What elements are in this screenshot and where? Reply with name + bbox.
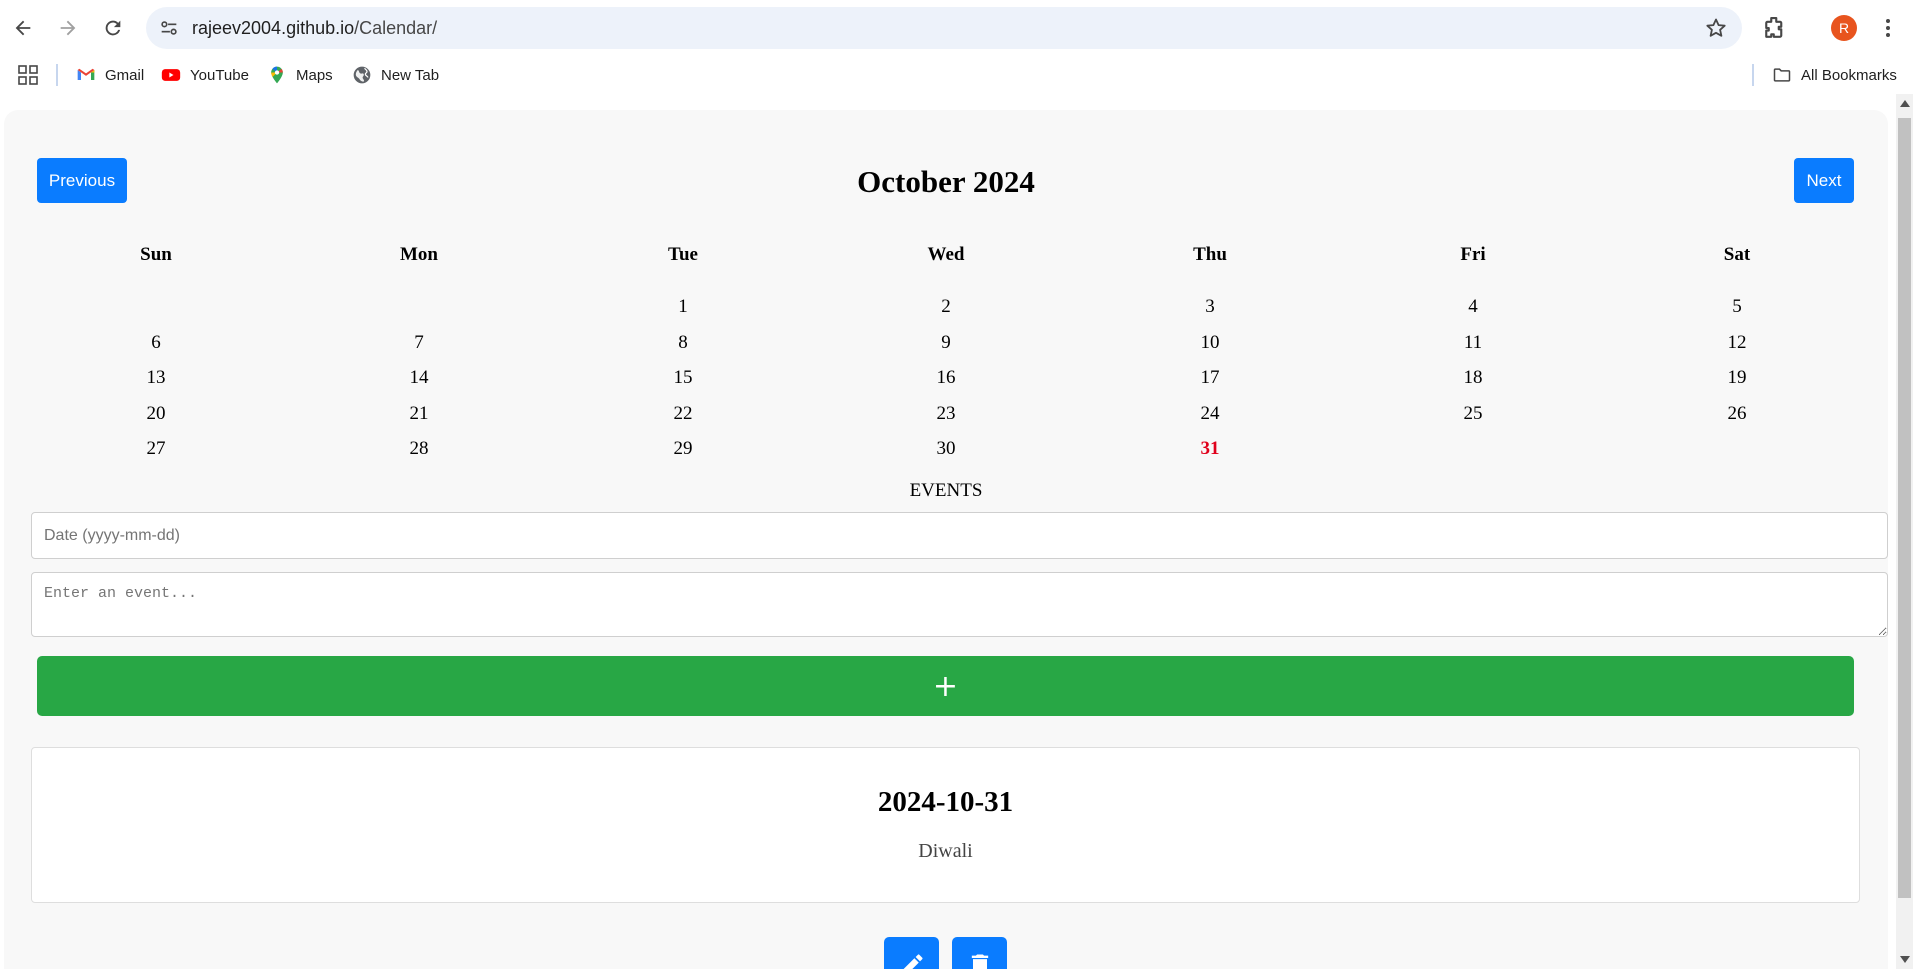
calendar-day[interactable]: 12 bbox=[1728, 332, 1747, 354]
forward-arrow-icon bbox=[60, 20, 76, 36]
events-heading: EVENTS bbox=[909, 480, 983, 501]
calendar-day[interactable]: 4 bbox=[1468, 296, 1478, 318]
url-host: rajeev2004.github.io bbox=[192, 18, 355, 38]
vertical-scrollbar[interactable] bbox=[1896, 94, 1913, 969]
calendar-day[interactable]: 20 bbox=[147, 403, 166, 425]
calendar-day[interactable]: 3 bbox=[1205, 296, 1215, 318]
back-button[interactable] bbox=[5, 10, 41, 46]
event-date-input[interactable] bbox=[31, 512, 1888, 559]
maps-icon bbox=[271, 66, 283, 84]
next-month-button[interactable]: Next bbox=[1794, 158, 1854, 203]
calendar-day[interactable]: 23 bbox=[937, 403, 956, 425]
calendar-day[interactable]: 1 bbox=[678, 296, 688, 318]
event-card: 2024-10-31 Diwali bbox=[31, 747, 1860, 903]
month-title: October 2024 bbox=[857, 164, 1035, 199]
weekday-header: Sat bbox=[1723, 244, 1751, 265]
bookmark-new-tab[interactable]: New Tab bbox=[352, 64, 439, 86]
calendar-day[interactable]: 11 bbox=[1464, 332, 1482, 354]
bookmark-gmail[interactable]: Gmail bbox=[76, 64, 144, 86]
calendar-day[interactable]: 13 bbox=[147, 367, 166, 389]
calendar-day[interactable]: 21 bbox=[410, 403, 429, 425]
back-arrow-icon bbox=[15, 20, 31, 36]
add-event-button[interactable]: + bbox=[37, 656, 1854, 716]
calendar-day[interactable]: 28 bbox=[410, 438, 429, 460]
calendar-day[interactable]: 27 bbox=[147, 438, 166, 460]
bookmarks-divider bbox=[56, 64, 58, 86]
url-text: rajeev2004.github.io/Calendar/ bbox=[192, 18, 437, 39]
bookmark-label: Maps bbox=[296, 66, 333, 84]
event-text: Diwali bbox=[918, 840, 973, 862]
calendar-app: Previous October 2024 Next EVENTS + 2024… bbox=[4, 110, 1888, 969]
edit-event-button[interactable] bbox=[884, 937, 939, 969]
url-path: /Calendar/ bbox=[354, 18, 438, 38]
extensions-icon[interactable] bbox=[1760, 13, 1790, 43]
bookmark-maps[interactable]: Maps bbox=[267, 64, 333, 86]
trash-icon bbox=[971, 954, 988, 969]
weekday-header: Fri bbox=[1460, 244, 1486, 265]
calendar-day[interactable]: 7 bbox=[414, 332, 424, 354]
gmail-icon bbox=[77, 68, 95, 80]
page-viewport: Previous October 2024 Next EVENTS + 2024… bbox=[0, 94, 1913, 969]
calendar-day[interactable]: 2 bbox=[941, 296, 951, 318]
bookmark-label: New Tab bbox=[381, 66, 440, 84]
profile-avatar[interactable]: R bbox=[1831, 15, 1857, 41]
apps-grid-icon[interactable] bbox=[18, 65, 38, 85]
bookmark-label: Gmail bbox=[105, 66, 145, 84]
calendar-day[interactable]: 25 bbox=[1464, 403, 1483, 425]
scrollbar-thumb[interactable] bbox=[1898, 118, 1911, 898]
all-bookmarks-label: All Bookmarks bbox=[1801, 66, 1897, 84]
event-text-input[interactable] bbox=[31, 572, 1888, 637]
bookmarks-divider bbox=[1752, 64, 1754, 86]
weekday-header: Mon bbox=[400, 244, 438, 265]
calendar-day[interactable]: 19 bbox=[1728, 367, 1747, 389]
bookmark-star-icon[interactable] bbox=[1704, 16, 1728, 40]
site-info-icon[interactable] bbox=[158, 17, 180, 39]
calendar-day[interactable]: 17 bbox=[1201, 367, 1220, 389]
calendar-day[interactable]: 26 bbox=[1728, 403, 1747, 425]
calendar-day[interactable]: 18 bbox=[1464, 367, 1483, 389]
calendar-day[interactable]: 15 bbox=[674, 367, 693, 389]
bookmark-label: YouTube bbox=[190, 66, 249, 84]
calendar-day[interactable]: 24 bbox=[1201, 403, 1220, 425]
calendar-day[interactable]: 29 bbox=[674, 438, 693, 460]
scroll-up-arrow-icon[interactable] bbox=[1900, 100, 1910, 107]
calendar-day[interactable]: 16 bbox=[937, 367, 956, 389]
youtube-icon bbox=[161, 69, 181, 81]
reload-icon bbox=[105, 20, 121, 36]
bookmark-youtube[interactable]: YouTube bbox=[161, 64, 249, 86]
weekday-header: Sun bbox=[140, 244, 172, 265]
delete-event-button[interactable] bbox=[952, 937, 1007, 969]
globe-icon bbox=[353, 66, 371, 84]
browser-menu-icon[interactable] bbox=[1876, 14, 1900, 42]
weekday-header: Tue bbox=[668, 244, 698, 265]
forward-button[interactable] bbox=[50, 10, 86, 46]
reload-button[interactable] bbox=[95, 10, 131, 46]
bookmarks-bar: Gmail YouTube Maps New Tab All Bookmarks bbox=[0, 56, 1913, 94]
weekday-header: Wed bbox=[927, 244, 965, 265]
weekday-header: Thu bbox=[1193, 244, 1227, 265]
folder-icon bbox=[1773, 68, 1791, 82]
calendar-day[interactable]: 30 bbox=[937, 438, 956, 460]
calendar-day[interactable]: 14 bbox=[410, 367, 429, 389]
address-bar[interactable]: rajeev2004.github.io/Calendar/ bbox=[146, 7, 1742, 49]
event-date: 2024-10-31 bbox=[877, 786, 1014, 818]
calendar-day[interactable]: 22 bbox=[674, 403, 693, 425]
calendar-day[interactable]: 9 bbox=[941, 332, 951, 354]
calendar-day-today[interactable]: 31 bbox=[1201, 438, 1220, 460]
pencil-icon bbox=[902, 953, 922, 969]
calendar-day[interactable]: 6 bbox=[151, 332, 161, 354]
calendar-day[interactable]: 8 bbox=[678, 332, 688, 354]
calendar-day[interactable]: 10 bbox=[1201, 332, 1220, 354]
browser-toolbar: rajeev2004.github.io/Calendar/ R bbox=[0, 0, 1913, 56]
all-bookmarks-button[interactable]: All Bookmarks bbox=[1772, 64, 1897, 86]
calendar-day[interactable]: 5 bbox=[1732, 296, 1742, 318]
scroll-down-arrow-icon[interactable] bbox=[1900, 956, 1910, 963]
